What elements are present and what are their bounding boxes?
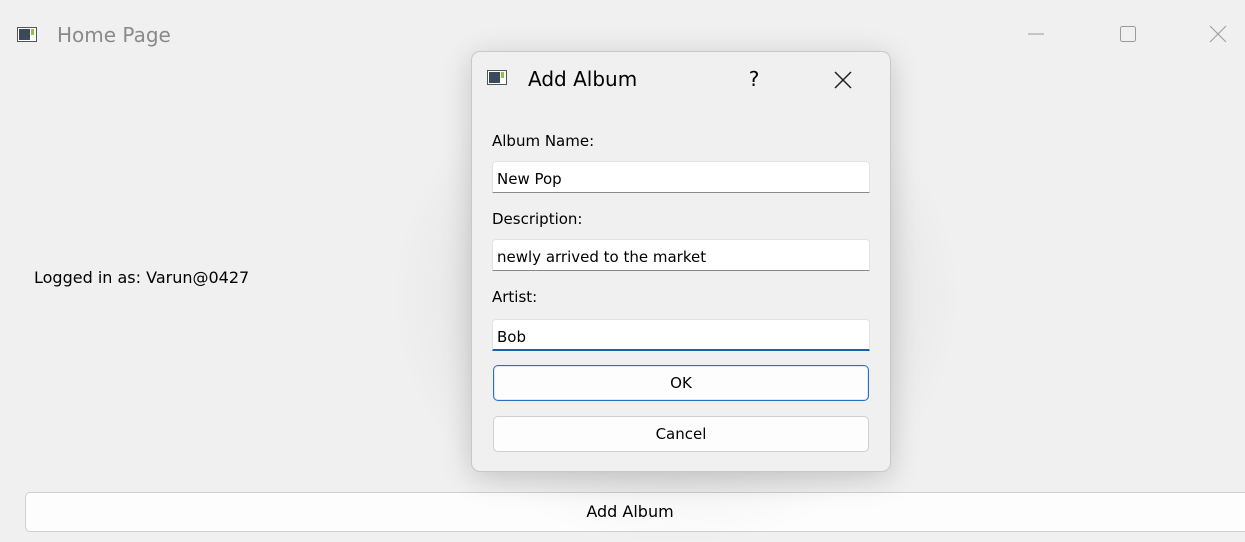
dialog-app-icon [487, 70, 507, 85]
help-button[interactable]: ? [740, 64, 768, 94]
description-label: Description: [492, 210, 583, 228]
window-title: Home Page [57, 23, 171, 47]
close-icon [834, 71, 852, 89]
dialog-title: Add Album [528, 67, 638, 91]
artist-input[interactable] [492, 319, 870, 351]
description-input[interactable] [492, 239, 870, 271]
minimize-icon [1028, 33, 1044, 35]
maximize-button[interactable] [1108, 14, 1148, 54]
close-button[interactable] [1198, 14, 1238, 54]
ok-button[interactable]: OK [493, 365, 869, 401]
album-name-label: Album Name: [492, 132, 595, 150]
artist-label: Artist: [492, 288, 538, 306]
close-icon [1209, 25, 1227, 43]
maximize-icon [1120, 26, 1136, 42]
minimize-button[interactable] [1016, 14, 1056, 54]
add-album-dialog: Add Album ? Album Name: Description: Art… [471, 51, 891, 472]
dialog-close-button[interactable] [828, 65, 858, 95]
cancel-button[interactable]: Cancel [493, 416, 869, 452]
app-window-icon [17, 27, 37, 42]
album-name-input[interactable] [492, 161, 870, 193]
logged-in-label: Logged in as: Varun@0427 [34, 268, 250, 287]
